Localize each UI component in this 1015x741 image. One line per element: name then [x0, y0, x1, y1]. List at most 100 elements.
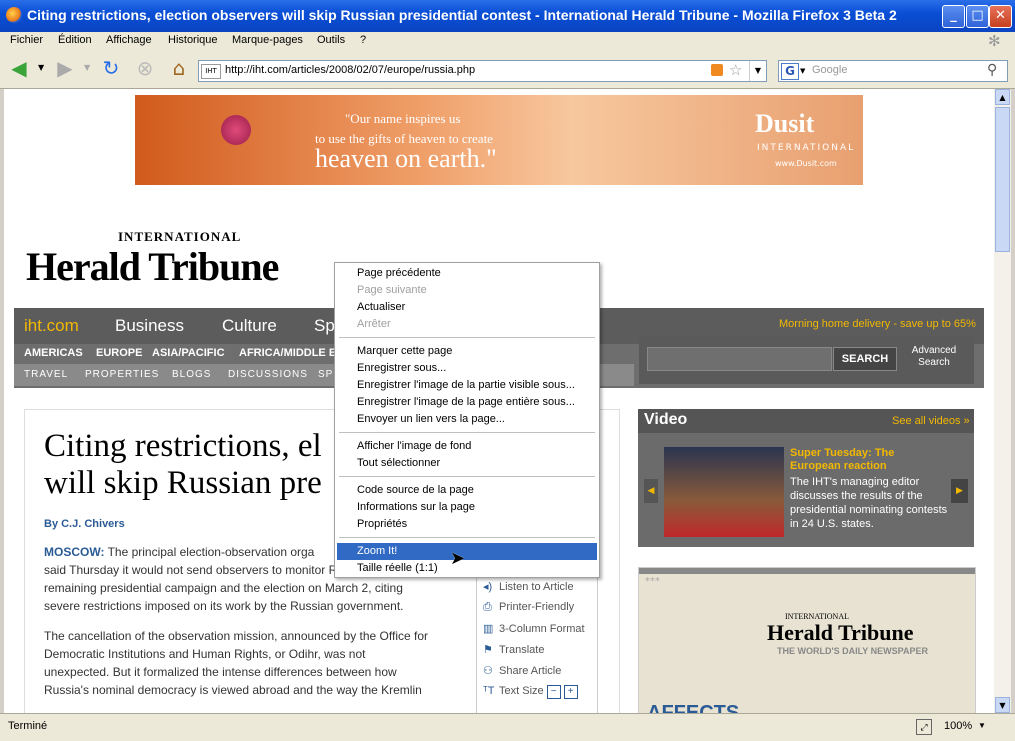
nav-properties[interactable]: PROPERTIES: [85, 369, 159, 380]
text-smaller-button[interactable]: −: [546, 685, 561, 699]
ctx-send-link[interactable]: Envoyer un lien vers la page...: [337, 411, 597, 428]
nav-africa-middle-east[interactable]: AFRICA/MIDDLE EA: [239, 347, 344, 359]
site-search-button[interactable]: SEARCH: [833, 347, 897, 371]
throbber-icon: ✻: [988, 33, 1001, 50]
nav-business-link[interactable]: Business: [115, 316, 184, 336]
zoom-dropdown-icon[interactable]: ▼: [978, 721, 986, 730]
url-bar[interactable]: IHT http://iht.com/articles/2008/02/07/e…: [198, 60, 767, 82]
advertisement-banner[interactable]: "Our name inspires us to use the gifts o…: [135, 95, 863, 185]
ctx-forward[interactable]: Page suivante: [337, 282, 597, 299]
video-thumbnail[interactable]: [664, 447, 784, 537]
translate-link[interactable]: ⚑ Translate: [483, 643, 544, 656]
see-all-videos-link[interactable]: See all videos »: [892, 415, 970, 427]
vertical-scrollbar[interactable]: ▲ ▼: [994, 89, 1011, 713]
back-icon[interactable]: ◀: [6, 55, 32, 81]
search-icon[interactable]: ⚲: [987, 62, 997, 78]
advanced-search-link[interactable]: Advanced Search: [909, 345, 959, 369]
ctx-select-all[interactable]: Tout sélectionner: [337, 455, 597, 472]
ctx-save-as[interactable]: Enregistrer sous...: [337, 360, 597, 377]
nav-asia-pacific[interactable]: ASIA/PACIFIC: [152, 347, 225, 359]
printer-friendly-link[interactable]: ⎙ Printer-Friendly: [483, 601, 574, 614]
zoom-level[interactable]: 100%: [944, 720, 972, 732]
share-article-link[interactable]: ⚇ Share Article: [483, 664, 561, 677]
search-bar[interactable]: G ▼ Google ⚲: [778, 60, 1008, 82]
delivery-promo-link[interactable]: Morning home delivery - save up to 65%: [779, 318, 976, 330]
tool-label: Printer-Friendly: [499, 601, 575, 613]
text-size-control: ᵀT Text Size − +: [483, 685, 578, 699]
site-search-input[interactable]: [647, 347, 832, 371]
ctx-properties[interactable]: Propriétés: [337, 516, 597, 533]
search-input[interactable]: Google: [812, 64, 847, 76]
nav-americas[interactable]: AMERICAS: [24, 347, 83, 359]
url-dropdown-icon[interactable]: ▼: [749, 61, 766, 81]
url-text[interactable]: http://iht.com/articles/2008/02/07/europ…: [225, 64, 475, 76]
menu-outils[interactable]: Outils: [317, 34, 345, 46]
stop-icon[interactable]: ⊗: [132, 55, 158, 81]
nav-home-link[interactable]: iht.com: [24, 316, 79, 336]
nav-culture-link[interactable]: Culture: [222, 316, 277, 336]
translate-icon: ⚑: [483, 644, 493, 656]
nav-europe[interactable]: EUROPE: [96, 347, 142, 359]
article-byline[interactable]: By C.J. Chivers: [44, 518, 125, 530]
menu-affichage[interactable]: Affichage: [106, 34, 152, 46]
ctx-reload[interactable]: Actualiser: [337, 299, 597, 316]
home-icon[interactable]: ⌂: [166, 55, 192, 81]
ctx-separator: [339, 337, 595, 338]
ctx-stop[interactable]: Arrêter: [337, 316, 597, 333]
menu-marque-pages[interactable]: Marque-pages: [232, 34, 303, 46]
forward-history-chevron-icon[interactable]: ▼: [84, 63, 90, 72]
reload-icon[interactable]: ↻: [98, 55, 124, 81]
ctx-view-background[interactable]: Afficher l'image de fond: [337, 438, 597, 455]
promo-top-rule: [639, 568, 975, 574]
ctx-view-source[interactable]: Code source de la page: [337, 482, 597, 499]
menu-historique[interactable]: Historique: [168, 34, 218, 46]
ctx-actual-size[interactable]: Taille réelle (1:1): [337, 560, 597, 577]
video-next-icon[interactable]: ▶: [951, 479, 968, 503]
nav-blogs[interactable]: BLOGS: [172, 369, 211, 380]
forward-icon[interactable]: ▶: [52, 55, 78, 81]
engine-dropdown-icon[interactable]: ▼: [800, 67, 805, 75]
maximize-button[interactable]: □: [966, 5, 989, 28]
zoom-fit-icon[interactable]: ⤢: [916, 719, 932, 735]
scroll-up-icon[interactable]: ▲: [995, 89, 1010, 105]
minimize-button[interactable]: _: [942, 5, 965, 28]
google-engine-icon[interactable]: G: [781, 63, 799, 80]
scroll-thumb[interactable]: [995, 107, 1010, 252]
status-bar: Terminé ⤢ 100% ▼: [0, 713, 1015, 741]
rss-feed-icon[interactable]: [711, 64, 723, 76]
printer-icon: ⎙: [483, 601, 492, 613]
nav-sp[interactable]: SP: [318, 369, 333, 380]
menu-fichier[interactable]: Fichier: [10, 34, 43, 46]
article-tools: ◂) Listen to Article ⎙ Printer-Friendly ▥ 3…: [476, 573, 598, 713]
scroll-down-icon[interactable]: ▼: [995, 697, 1010, 713]
close-button[interactable]: ✕: [989, 5, 1012, 28]
ctx-back[interactable]: Page précédente: [337, 265, 597, 282]
nav-sports-link[interactable]: Sp: [314, 316, 335, 336]
bookmark-star-icon[interactable]: ☆: [729, 61, 742, 79]
ad-url: www.Dusit.com: [775, 159, 837, 168]
three-column-link[interactable]: ▥ 3-Column Format: [483, 622, 585, 635]
ctx-page-info[interactable]: Informations sur la page: [337, 499, 597, 516]
back-history-chevron-icon[interactable]: ▼: [38, 63, 44, 72]
status-text: Terminé: [8, 720, 48, 732]
ctx-zoom-it[interactable]: Zoom It!: [337, 543, 597, 560]
p1-line-4: severe restrictions imposed on its work …: [44, 599, 404, 613]
menu-help[interactable]: ?: [360, 34, 366, 46]
ctx-bookmark-page[interactable]: Marquer cette page: [337, 343, 597, 360]
video-title-link[interactable]: Super Tuesday: The European reaction: [790, 447, 940, 473]
listen-article-link[interactable]: ◂) Listen to Article: [483, 580, 574, 593]
menu-edition[interactable]: Édition: [58, 34, 92, 46]
tool-label: 3-Column Format: [499, 623, 585, 635]
text-size-icon: ᵀT: [483, 685, 495, 697]
video-prev-icon[interactable]: ◀: [644, 479, 658, 503]
p1-line-3: remaining presidential campaign and the …: [44, 581, 403, 595]
subscription-promo[interactable]: *** INTERNATIONAL Herald Tribune THE WOR…: [638, 567, 976, 713]
text-larger-button[interactable]: +: [563, 685, 578, 699]
ctx-save-visible-image[interactable]: Enregistrer l'image de la partie visible…: [337, 377, 597, 394]
dateline: MOSCOW:: [44, 545, 105, 559]
masthead-logo[interactable]: Herald Tribune: [26, 243, 279, 290]
ctx-separator: [339, 537, 595, 538]
nav-travel[interactable]: TRAVEL: [24, 369, 68, 380]
ctx-save-full-image[interactable]: Enregistrer l'image de la page entière s…: [337, 394, 597, 411]
nav-discussions[interactable]: DISCUSSIONS: [228, 369, 308, 380]
